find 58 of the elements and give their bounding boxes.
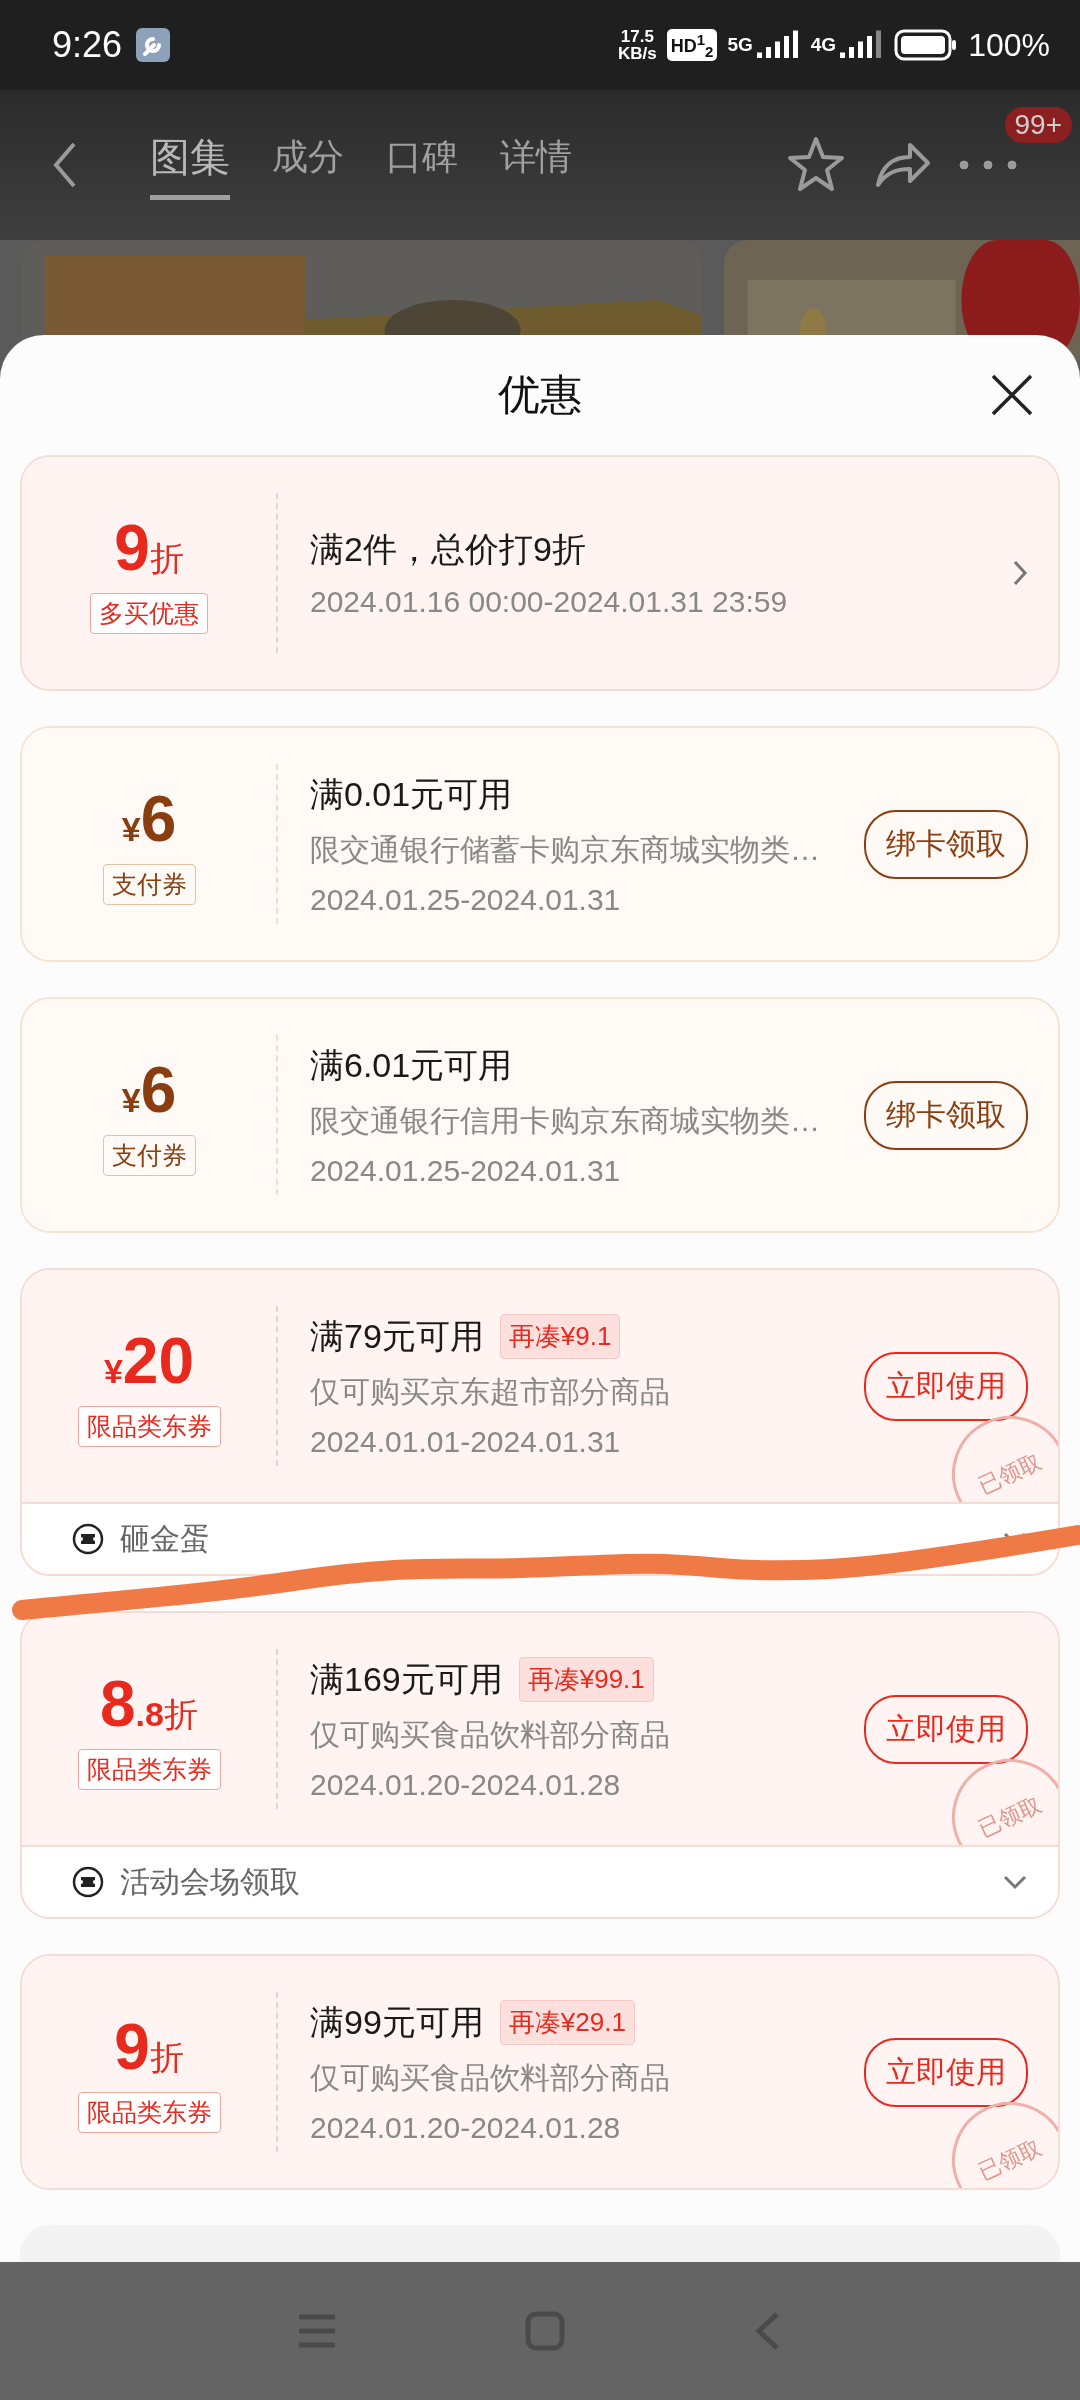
coupon-description: 仅可购买食品饮料部分商品: [310, 2059, 671, 2096]
nav-tab[interactable]: 详情: [500, 130, 572, 200]
coupon-tag: 限品类东券: [77, 2091, 221, 2133]
coupon-date: 2024.01.25-2024.01.31: [310, 1153, 622, 1188]
coupon-action-button[interactable]: 绑卡领取: [864, 809, 1028, 879]
signal-icon: [756, 30, 801, 60]
coupon-date: 2024.01.20-2024.01.28: [310, 1767, 622, 1802]
coupon-date: 2024.01.16 00:00-2024.01.31 23:59: [310, 585, 789, 619]
network-label: 4G: [810, 34, 837, 56]
coupon-value: 8.8折: [100, 1668, 198, 1739]
network-speed: 17.5 KB/s: [618, 28, 657, 62]
battery-level: 100%: [968, 26, 1050, 64]
chevron-down-icon[interactable]: [1002, 1874, 1028, 1890]
nav-tab[interactable]: 成分: [272, 130, 344, 200]
coupon-description: 仅可购买京东超市部分商品: [310, 1373, 671, 1410]
coupon-tag: 支付券: [102, 863, 196, 905]
chevron-right-icon[interactable]: [1012, 559, 1028, 587]
coupon-value: ¥6: [121, 783, 177, 854]
coupon-date: 2024.01.25-2024.01.31: [310, 882, 622, 917]
coupon-tag: 限品类东券: [77, 1748, 221, 1790]
coupon-title: 满6.01元可用: [310, 1044, 513, 1086]
close-icon[interactable]: [990, 373, 1034, 417]
coupon-source: 砸金蛋: [120, 1520, 210, 1557]
coupon-title: 满2件，总价打9折: [310, 529, 586, 570]
ticket-icon: [72, 1523, 104, 1555]
shortfall-label: 再凑¥29.1: [499, 2000, 635, 2045]
coupon-value: ¥6: [121, 1054, 177, 1125]
coupon-title: 满79元可用: [310, 1315, 484, 1357]
coupon-value: 9折: [114, 2011, 184, 2082]
coupon-action-button[interactable]: 绑卡领取: [864, 1080, 1028, 1150]
coupon-tag: 多买优惠: [90, 592, 208, 634]
coupon-tag: 限品类东券: [77, 1405, 221, 1447]
coupon-action-button[interactable]: 立即使用: [864, 1351, 1028, 1421]
coupon-title: 满99元可用: [310, 2001, 484, 2043]
coupon-value: ¥20: [103, 1325, 195, 1396]
status-time: 9:26: [52, 24, 123, 66]
coupon-tag: 支付券: [102, 1134, 196, 1176]
coupon-action-button[interactable]: 立即使用: [864, 1694, 1028, 1764]
coupon-title: 满169元可用: [310, 1658, 503, 1700]
notification-badge: 99+: [1004, 107, 1072, 143]
coupon-source: 活动会场领取: [120, 1863, 300, 1900]
coupon-description: 限交通银行储蓄卡购京东商城实物类…: [310, 831, 821, 868]
coupon-date: 2024.01.20-2024.01.28: [310, 2110, 622, 2145]
network-label: 5G: [727, 34, 753, 56]
coupon-value: 9折: [114, 512, 184, 583]
battery-icon: [894, 29, 959, 61]
coupon-title: 满0.01元可用: [310, 773, 513, 815]
coupon-date: 2024.01.01-2024.01.31: [310, 1424, 622, 1459]
nav-tab[interactable]: 图集: [150, 130, 230, 200]
ticket-icon: [72, 1866, 104, 1898]
wrench-icon: [136, 28, 171, 62]
shortfall-label: 再凑¥9.1: [499, 1314, 621, 1359]
coupon-description: 限交通银行信用卡购京东商城实物类…: [310, 1102, 821, 1139]
shortfall-label: 再凑¥99.1: [518, 1657, 654, 1702]
coupon-action-button[interactable]: 立即使用: [864, 2037, 1028, 2107]
sheet-title: 优惠: [498, 370, 582, 420]
coupon-description: 仅可购买食品饮料部分商品: [310, 1716, 671, 1753]
nav-tab[interactable]: 口碑: [386, 130, 458, 200]
